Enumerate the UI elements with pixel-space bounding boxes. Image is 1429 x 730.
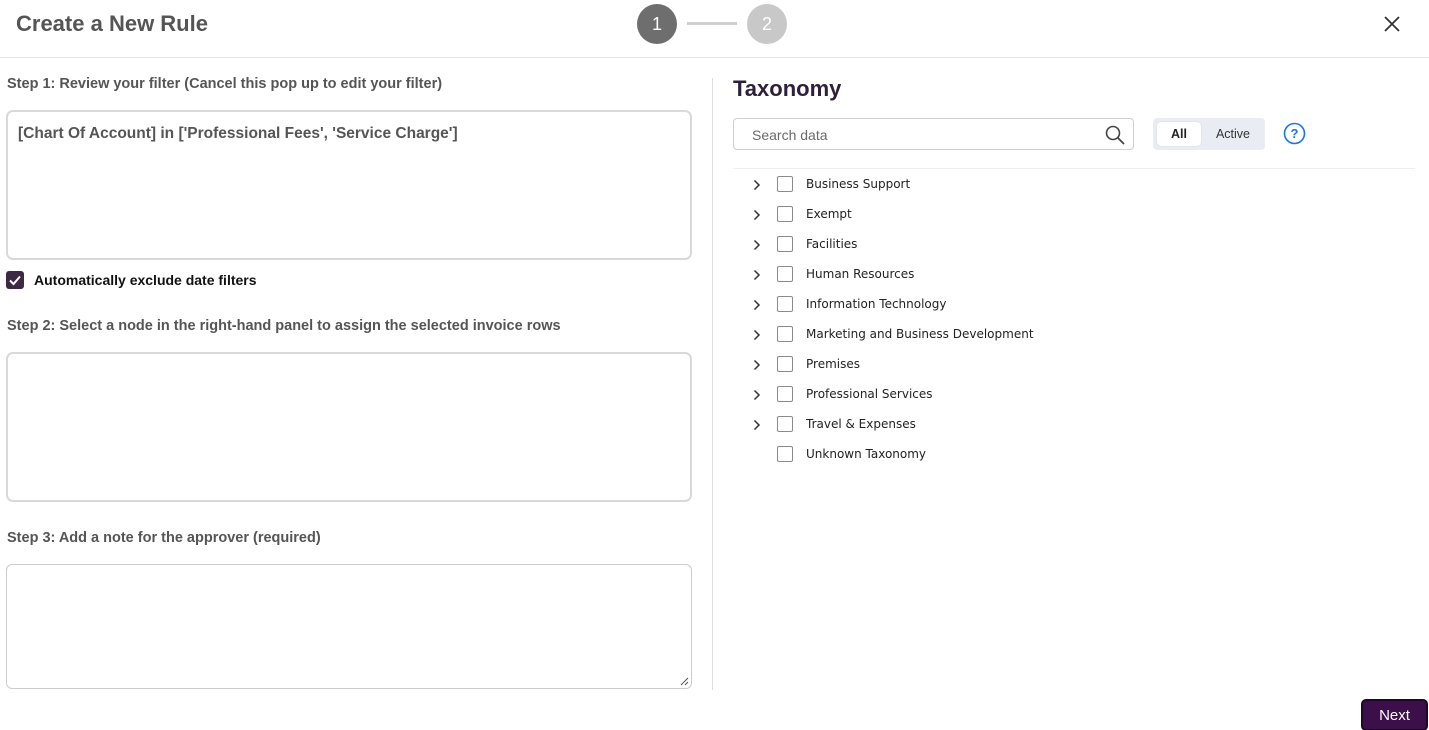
next-button[interactable]: Next [1361,699,1428,730]
search-icon[interactable] [1104,124,1126,146]
tree-item-label: Facilities [806,237,858,251]
taxonomy-tree: Business Support Exempt Facilities Human Re… [750,171,1410,471]
chevron-right-icon[interactable] [750,298,764,312]
exclude-date-filters-checkbox[interactable] [6,271,24,289]
search-input[interactable] [752,125,1092,145]
exclude-date-filters-label: Automatically exclude date filters [34,272,257,288]
tree-item[interactable]: Business Support [750,171,1410,201]
filter-toggle: All Active [1153,118,1265,150]
close-icon [1384,16,1400,32]
tree-item[interactable]: Facilities [750,231,1410,261]
tree-item-label: Premises [806,357,860,371]
tree-item[interactable]: Exempt [750,201,1410,231]
tree-item-checkbox[interactable] [777,176,793,192]
step1-label: Step 1: Review your filter (Cancel this … [7,76,443,92]
modal-header: Create a New Rule 1 2 [0,0,1429,58]
tree-item-checkbox[interactable] [777,266,793,282]
tree-item-checkbox[interactable] [777,236,793,252]
chevron-right-icon[interactable] [750,418,764,432]
tree-item[interactable]: Travel & Expenses [750,411,1410,441]
tree-item[interactable]: Human Resources [750,261,1410,291]
tree-item-label: Unknown Taxonomy [806,447,927,461]
stepper-connector [687,22,737,25]
tree-item[interactable]: Premises [750,351,1410,381]
tree-item[interactable]: Marketing and Business Development [750,321,1410,351]
filter-preview-box: [Chart Of Account] in ['Professional Fee… [6,110,692,260]
resize-grip-icon[interactable] [679,676,689,686]
filter-text: [Chart Of Account] in ['Professional Fee… [18,125,458,142]
tree-item-checkbox[interactable] [777,326,793,342]
step-1-indicator[interactable]: 1 [637,4,677,44]
stepper: 1 2 [637,4,787,44]
chevron-right-icon[interactable] [750,268,764,282]
tree-item[interactable]: Professional Services [750,381,1410,411]
approver-note-input[interactable] [6,564,692,689]
toggle-all-button[interactable]: All [1157,122,1201,146]
step3-label: Step 3: Add a note for the approver (req… [7,530,321,546]
modal-title: Create a New Rule [16,11,208,36]
taxonomy-search[interactable] [733,118,1134,150]
tree-item-label: Professional Services [806,387,933,401]
taxonomy-title: Taxonomy [733,76,842,101]
step2-label: Step 2: Select a node in the right-hand … [7,318,561,334]
chevron-right-icon[interactable] [750,388,764,402]
chevron-right-icon[interactable] [750,238,764,252]
tree-item[interactable]: Information Technology [750,291,1410,321]
checkmark-icon [9,275,21,286]
chevron-right-icon[interactable] [750,328,764,342]
chevron-right-icon[interactable] [750,358,764,372]
toggle-active-button[interactable]: Active [1207,122,1259,146]
svg-text:?: ? [1291,126,1299,141]
chevron-right-icon[interactable] [750,178,764,192]
close-button[interactable] [1380,12,1404,36]
panel-divider [712,78,713,690]
tree-item-label: Human Resources [806,267,915,281]
tree-item[interactable]: Unknown Taxonomy [750,441,1410,471]
tree-item-checkbox[interactable] [777,206,793,222]
tree-item-label: Business Support [806,177,911,191]
tree-item-label: Information Technology [806,297,947,311]
tree-separator [733,168,1415,169]
chevron-right-icon[interactable] [750,208,764,222]
tree-item-checkbox[interactable] [777,386,793,402]
selected-node-box [6,352,692,502]
tree-item-checkbox[interactable] [777,416,793,432]
help-icon[interactable]: ? [1283,122,1306,145]
tree-item-checkbox[interactable] [777,296,793,312]
tree-item-label: Marketing and Business Development [806,327,1034,341]
tree-item-label: Travel & Expenses [806,417,916,431]
tree-item-checkbox[interactable] [777,446,793,462]
tree-item-checkbox[interactable] [777,356,793,372]
tree-item-label: Exempt [806,207,852,221]
step-2-indicator[interactable]: 2 [747,4,787,44]
